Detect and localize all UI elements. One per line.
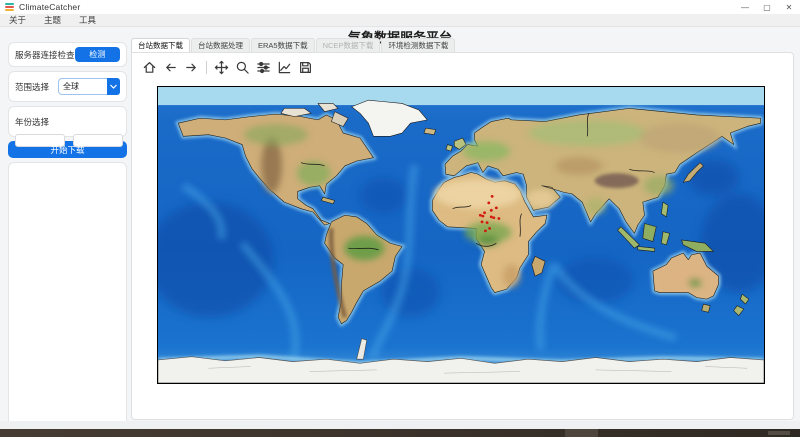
- tab-bar: 台站数据下载台站数据处理ERA5数据下载NCEP数据下载环境检测数据下载: [131, 38, 794, 52]
- menu-item-0[interactable]: 关于: [0, 14, 35, 27]
- tab-1[interactable]: 台站数据处理: [191, 38, 250, 52]
- configure-icon[interactable]: [255, 59, 272, 76]
- menu-bar: 关于主题工具: [0, 14, 800, 27]
- station-dot: [497, 217, 500, 220]
- main-panel: 台站数据下载台站数据处理ERA5数据下载NCEP数据下载环境检测数据下载: [131, 38, 794, 420]
- tab-4[interactable]: 环境检测数据下载: [381, 38, 455, 52]
- station-dot: [488, 227, 491, 230]
- app-logo-icon: [5, 3, 14, 12]
- station-dot: [490, 216, 493, 219]
- figure-canvas-card: [131, 52, 794, 420]
- window-controls: — ▢ ✕: [734, 0, 800, 14]
- home-icon[interactable]: [141, 59, 158, 76]
- station-dot: [483, 211, 486, 214]
- server-check-label: 服务器连接检查: [15, 49, 75, 61]
- save-icon[interactable]: [297, 59, 314, 76]
- world-relief-map[interactable]: [157, 86, 765, 384]
- close-icon[interactable]: ✕: [778, 0, 800, 14]
- taskbar-clock: [768, 431, 790, 435]
- minimize-icon[interactable]: —: [734, 0, 756, 14]
- maximize-icon[interactable]: ▢: [756, 0, 778, 14]
- range-select-value: 全球: [59, 81, 107, 92]
- station-dot: [490, 209, 493, 212]
- map-area: [157, 86, 767, 386]
- tab-0[interactable]: 台站数据下载: [131, 38, 190, 52]
- desktop-taskbar-edge: [0, 429, 800, 437]
- range-select-label: 范围选择: [15, 81, 49, 93]
- sidebar: 服务器连接检查 检测 范围选择 全球 年份选择 开始下载: [8, 42, 127, 428]
- station-dot: [495, 206, 498, 209]
- tab-2[interactable]: ERA5数据下载: [251, 38, 315, 52]
- station-dot: [481, 220, 484, 223]
- menu-item-1[interactable]: 主题: [35, 14, 70, 27]
- station-dot: [479, 214, 482, 217]
- pan-icon[interactable]: [213, 59, 230, 76]
- status-strip: [0, 421, 800, 429]
- range-select-group: 范围选择 全球: [8, 71, 127, 102]
- plot-toolbar: [141, 59, 314, 76]
- taskbar-item: [565, 429, 598, 437]
- year-select-label: 年份选择: [15, 117, 49, 127]
- edit-icon[interactable]: [276, 59, 293, 76]
- server-check-button[interactable]: 检测: [75, 47, 120, 62]
- station-dot: [484, 229, 487, 232]
- zoom-icon[interactable]: [234, 59, 251, 76]
- station-dot: [487, 202, 490, 205]
- year-select-group: 年份选择: [8, 106, 127, 137]
- tab-3: NCEP数据下载: [316, 38, 381, 52]
- title-bar: ClimateCatcher — ▢ ✕: [0, 0, 800, 14]
- back-icon[interactable]: [162, 59, 179, 76]
- station-dot: [486, 221, 489, 224]
- menu-item-2[interactable]: 工具: [70, 14, 105, 27]
- chevron-down-icon[interactable]: [107, 78, 120, 95]
- station-dot: [481, 215, 484, 218]
- forward-icon[interactable]: [183, 59, 200, 76]
- app-window: ClimateCatcher — ▢ ✕ 关于主题工具 气象数据服务平台 服务器…: [0, 0, 800, 429]
- window-title: ClimateCatcher: [19, 2, 80, 12]
- server-check-group: 服务器连接检查 检测: [8, 42, 127, 67]
- toolbar-separator: [206, 61, 207, 74]
- station-dot: [492, 216, 495, 219]
- station-dot: [491, 195, 494, 198]
- range-select-dropdown[interactable]: 全球: [58, 78, 120, 95]
- log-output-panel: [8, 162, 127, 428]
